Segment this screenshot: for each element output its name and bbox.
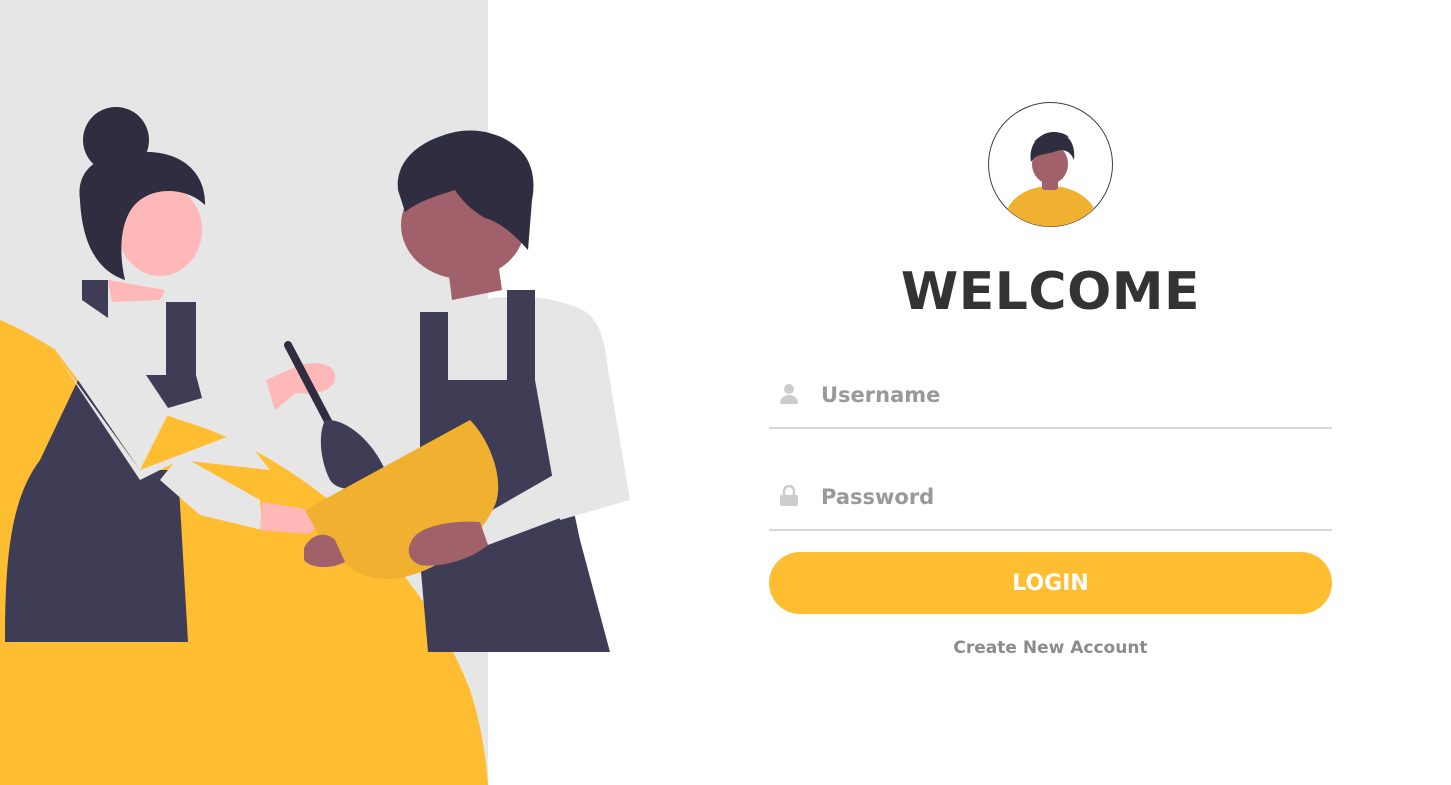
username-field — [769, 367, 1332, 429]
woman-strap — [166, 302, 196, 380]
username-input[interactable] — [819, 377, 1321, 413]
login-page: WELCOME LOGIN Create New Account — [0, 0, 1451, 785]
login-button[interactable]: LOGIN — [769, 552, 1332, 614]
lock-icon — [780, 485, 798, 506]
welcome-title: WELCOME — [900, 262, 1201, 322]
password-input[interactable] — [819, 479, 1321, 515]
woman-neck — [108, 280, 165, 302]
password-field — [769, 469, 1332, 531]
man-strap-left — [420, 312, 448, 390]
man-strap-right — [507, 290, 535, 382]
create-account-link[interactable]: Create New Account — [769, 638, 1332, 658]
login-form: WELCOME LOGIN Create New Account — [769, 0, 1332, 785]
cooking-illustration — [0, 107, 630, 785]
user-icon — [780, 384, 798, 404]
avatar-icon — [988, 102, 1113, 227]
